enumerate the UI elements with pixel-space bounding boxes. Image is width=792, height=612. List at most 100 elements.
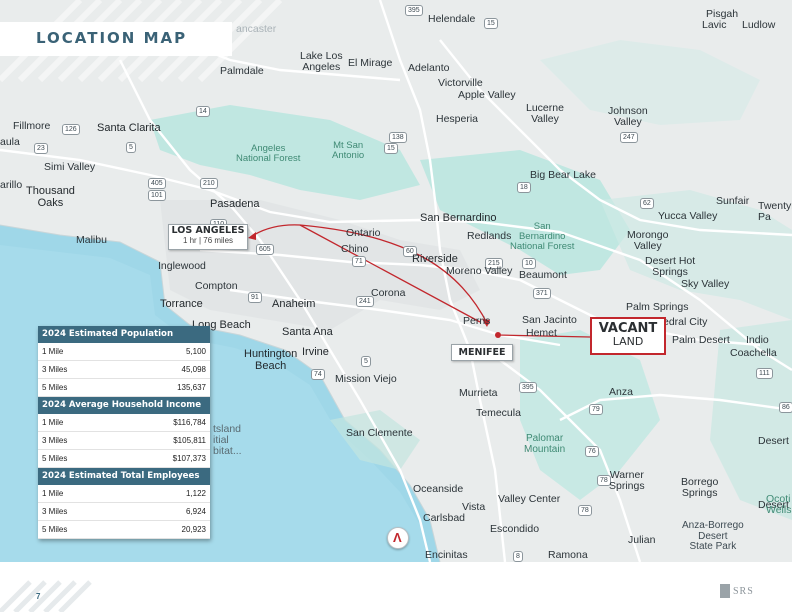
label-mt-san-antonio: Mt San Antonio [332, 140, 365, 161]
highway-shield: 126 [62, 124, 80, 135]
label-desert-sh-1: Desert Sh [758, 435, 792, 447]
label-perris: Perris [463, 315, 491, 327]
label-borrego-springs: Borrego Springs [681, 476, 719, 500]
callout-menifee[interactable]: MENIFEE [451, 344, 513, 361]
label-victorville: Victorville [438, 77, 483, 89]
table-row: 3 Miles 6,924 [38, 503, 210, 521]
label-twentynine: Twentyn Pa [758, 200, 792, 224]
demographics-table: 2024 Estimated Population 1 Mile 5,100 3 … [38, 326, 210, 539]
label-palm-springs: Palm Springs [626, 301, 689, 313]
label-san-jacinto: San Jacinto [522, 314, 577, 326]
label-santa-ana: Santa Ana [282, 326, 333, 338]
compass-icon: Λ [387, 527, 409, 549]
label-anza: Anza [609, 386, 633, 398]
table-row: 1 Mile 5,100 [38, 343, 210, 361]
label-cathedral-city: edral City [663, 316, 708, 328]
label-malibu: Malibu [76, 234, 107, 246]
highway-shield: 10 [522, 258, 536, 269]
label-julian: Julian [628, 534, 656, 546]
label-pasadena: Pasadena [210, 198, 260, 210]
label-el-mirage: El Mirage [348, 57, 393, 69]
label-inglewood: Inglewood [158, 260, 206, 272]
highway-shield: 76 [585, 446, 599, 457]
table-row: 3 Miles 45,098 [38, 361, 210, 379]
location-map[interactable]: 3951524714138181265232104051012151060110… [0, 0, 792, 562]
table-row: 5 Miles 135,637 [38, 379, 210, 397]
table-row: 1 Mile 1,122 [38, 485, 210, 503]
vacant-line1: VACANT [598, 321, 658, 336]
page-number: 7 [36, 592, 41, 601]
label-indio: Indio [746, 334, 769, 346]
highway-shield: 371 [533, 288, 551, 299]
label-temecula: Temecula [476, 407, 521, 419]
label-irvine: Irvine [302, 346, 329, 358]
label-riverside: Riverside [412, 253, 458, 265]
highway-shield: 138 [389, 132, 407, 143]
table-row: 5 Miles $107,373 [38, 450, 210, 468]
label-fillmore: Fillmore [13, 120, 51, 132]
highway-shield: 247 [620, 132, 638, 143]
label-lavic: Lavic [702, 19, 727, 31]
callout-menifee-name: MENIFEE [458, 347, 506, 358]
label-adelanto: Adelanto [408, 62, 450, 74]
label-huntington-beach: Huntington Beach [244, 348, 298, 372]
highway-shield: 15 [484, 18, 498, 29]
highway-shield: 395 [405, 5, 423, 16]
highway-shield: 5 [126, 142, 136, 153]
table-row: 1 Mile $116,784 [38, 414, 210, 432]
label-san-clemente: San Clemente [346, 427, 413, 439]
label-hemet: Hemet [526, 327, 557, 339]
label-anaheim: Anaheim [272, 298, 316, 310]
label-big-bear-lake: Big Bear Lake [530, 169, 596, 181]
label-mission-viejo: Mission Viejo [335, 373, 397, 385]
highway-shield: 62 [640, 198, 654, 209]
label-anza-borrego: Anza-Borrego Desert State Park [682, 520, 744, 552]
label-lucerne-valley: Lucerne Valley [526, 102, 564, 126]
highway-shield: 101 [148, 190, 166, 201]
label-ludlow: Ludlow [742, 19, 776, 31]
label-hesperia: Hesperia [436, 113, 479, 125]
highway-shield: 86 [779, 402, 792, 413]
highway-shield: 78 [578, 505, 592, 516]
page-title-band: LOCATION MAP [0, 22, 232, 56]
highway-shield: 405 [148, 178, 166, 189]
income-header: 2024 Average Household Income [38, 397, 210, 414]
highway-shield: 395 [519, 382, 537, 393]
label-palmdale: Palmdale [220, 65, 264, 77]
label-torrance: Torrance [160, 298, 203, 310]
highway-shield: 23 [34, 143, 48, 154]
label-helendale: Helendale [428, 13, 476, 25]
label-san-bernardino-nf: San Bernardino National Forest [510, 221, 575, 252]
label-vista: Vista [462, 501, 486, 513]
footer-hatch [0, 580, 92, 612]
highway-shield: 15 [384, 143, 398, 154]
label-desert-hot-springs: Desert Hot Springs [645, 255, 696, 279]
highway-shield: 111 [756, 368, 773, 379]
label-coachella: Coachella [730, 347, 777, 359]
srs-logo-text: SRS [733, 585, 754, 597]
callout-los-angeles-distance: 1 hr | 76 miles [182, 236, 234, 245]
footer [0, 562, 792, 612]
label-santa-catalina: tsland itial bitat... [213, 423, 242, 458]
highway-shield: 74 [311, 369, 325, 380]
highway-shield: 605 [256, 244, 274, 255]
callout-los-angeles[interactable]: LOS ANGELES 1 hr | 76 miles [168, 224, 248, 250]
table-row: 3 Miles $105,811 [38, 432, 210, 450]
highway-shield: 79 [589, 404, 603, 415]
label-compton: Compton [195, 280, 238, 292]
highway-shield: 210 [200, 178, 218, 189]
srs-logo-icon [720, 584, 730, 598]
label-escondido: Escondido [490, 523, 540, 535]
label-sunfair: Sunfair [716, 195, 750, 207]
label-morongo-valley: Morongo Valley [627, 229, 669, 253]
highway-shield: 91 [248, 292, 262, 303]
highway-shield: 18 [517, 182, 531, 193]
label-yucca-valley: Yucca Valley [658, 210, 718, 222]
srs-logo: SRS [720, 584, 754, 598]
employees-header: 2024 Estimated Total Employees [38, 468, 210, 485]
label-moreno-valley: Moreno Valley [446, 265, 513, 277]
label-palomar-mountain: Palomar Mountain [524, 433, 566, 455]
callout-vacant-land[interactable]: VACANT LAND [590, 317, 666, 355]
label-beaumont: Beaumont [519, 269, 567, 281]
label-oceanside: Oceanside [413, 483, 464, 495]
